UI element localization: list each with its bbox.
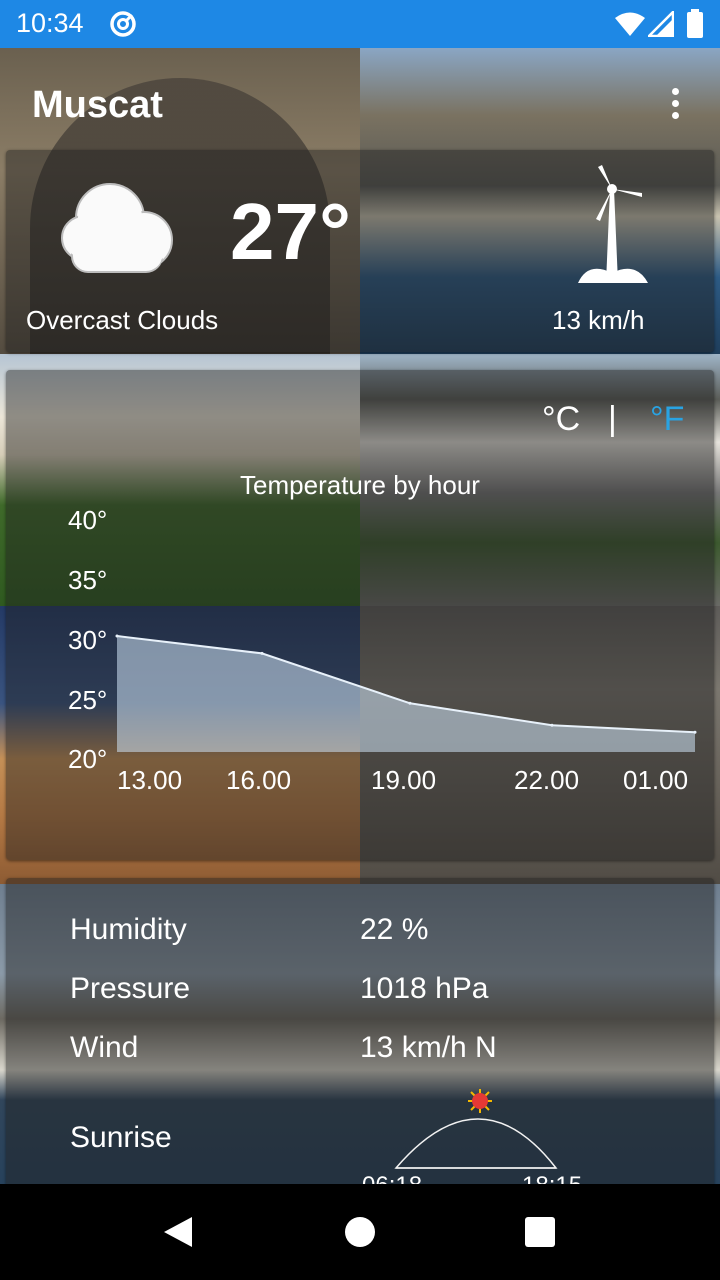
sunrise-time: 06:18 xyxy=(362,1172,422,1184)
temperature-point-4 xyxy=(693,730,697,734)
temperature-area xyxy=(117,636,695,752)
pressure-label: Pressure xyxy=(70,972,191,1005)
x-tick-label: 01.00 xyxy=(623,765,689,795)
x-tick-label: 19.00 xyxy=(371,765,437,795)
back-icon[interactable] xyxy=(162,1216,194,1248)
navigation-bar xyxy=(0,1184,720,1280)
sun-icon xyxy=(468,1089,492,1113)
temperature-point-1 xyxy=(260,651,264,655)
humidity-label: Humidity xyxy=(70,913,187,946)
recents-icon[interactable] xyxy=(524,1216,556,1248)
wind-value: 13 km/h N xyxy=(360,1031,497,1064)
temperature-point-0 xyxy=(115,634,119,638)
sunrise-label: Sunrise xyxy=(70,1121,172,1154)
pressure-value: 1018 hPa xyxy=(360,972,489,1005)
x-tick-label: 16.00 xyxy=(226,765,292,795)
temperature-point-2 xyxy=(408,701,412,705)
temperature-area-chart xyxy=(115,634,697,752)
home-icon[interactable] xyxy=(344,1216,376,1248)
temperature-point-3 xyxy=(550,723,554,727)
humidity-value: 22 % xyxy=(360,913,429,946)
sunset-time: 18:15 xyxy=(522,1172,582,1184)
wind-label: Wind xyxy=(70,1031,139,1064)
x-tick-label: 13.00 xyxy=(117,765,183,795)
x-tick-label: 22.00 xyxy=(514,765,580,795)
